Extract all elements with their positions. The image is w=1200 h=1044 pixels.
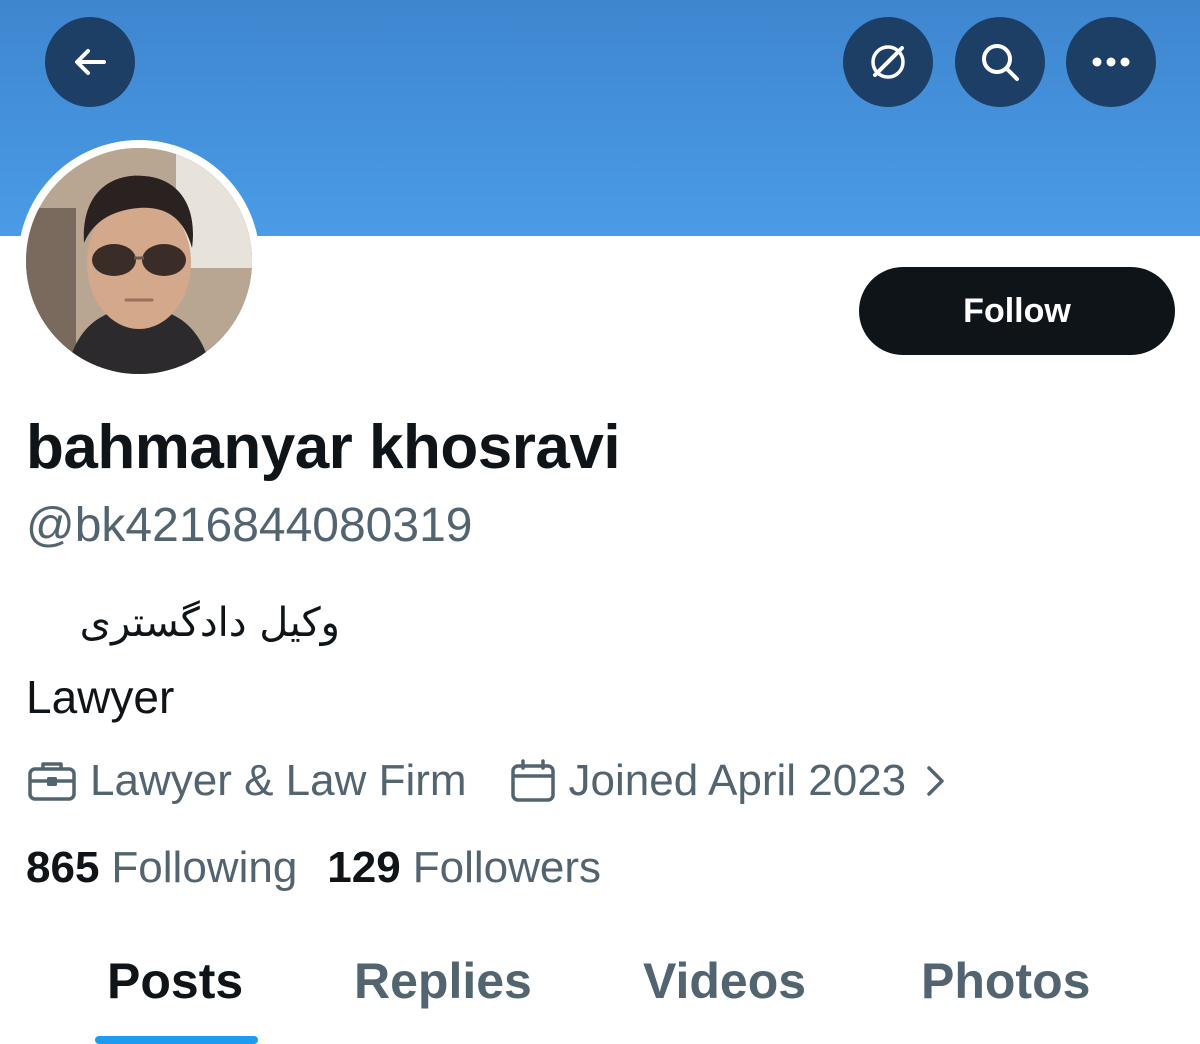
grok-button[interactable]	[843, 17, 933, 107]
more-horizontal-icon	[1089, 56, 1133, 68]
profile-tabs: Posts Replies Videos Photos	[0, 940, 1200, 1044]
category-label: Lawyer & Law Firm	[90, 756, 467, 805]
active-tab-indicator	[95, 1036, 258, 1044]
follow-button[interactable]: Follow	[859, 267, 1175, 355]
tab-posts[interactable]: Posts	[107, 952, 243, 1010]
handle: @bk4216844080319	[26, 499, 473, 552]
following-link[interactable]: 865 Following	[26, 843, 297, 893]
avatar[interactable]	[18, 140, 260, 382]
followers-link[interactable]: 129 Followers	[327, 843, 601, 893]
bio-farsi: وکیل دادگستری	[79, 600, 340, 646]
back-button[interactable]	[45, 17, 135, 107]
calendar-icon	[509, 758, 557, 804]
tab-videos[interactable]: Videos	[643, 952, 806, 1010]
profile-meta-row: Lawyer & Law Firm Joined April 2023	[26, 752, 948, 810]
following-count: 865	[26, 843, 100, 892]
follow-stats: 865 Following 129 Followers	[26, 843, 601, 893]
search-button[interactable]	[955, 17, 1045, 107]
category-item: Lawyer & Law Firm	[26, 756, 467, 806]
grok-icon	[866, 40, 910, 84]
more-options-button[interactable]	[1066, 17, 1156, 107]
followers-label: Followers	[412, 843, 601, 892]
chevron-right-icon	[924, 763, 948, 799]
following-label: Following	[111, 843, 298, 892]
arrow-left-icon	[70, 42, 110, 82]
joined-item[interactable]: Joined April 2023	[509, 756, 949, 806]
tab-photos[interactable]: Photos	[921, 952, 1090, 1010]
followers-count: 129	[327, 843, 401, 892]
search-icon	[978, 40, 1022, 84]
bio-english: Lawyer	[26, 671, 175, 723]
display-name: bahmanyar khosravi	[26, 413, 621, 482]
avatar-photo	[26, 148, 252, 374]
tab-replies[interactable]: Replies	[354, 952, 532, 1010]
joined-label: Joined April 2023	[568, 756, 907, 805]
briefcase-icon	[26, 759, 78, 803]
